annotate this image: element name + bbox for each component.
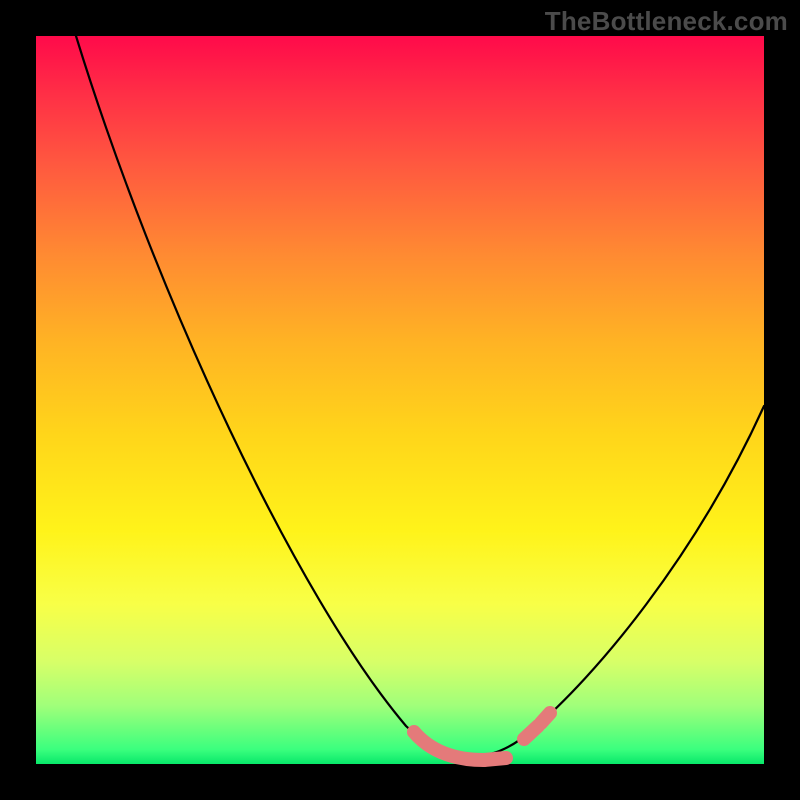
- bottleneck-curve: [76, 36, 764, 757]
- optimum-band: [414, 713, 550, 760]
- curve-svg: [36, 36, 764, 764]
- plot-area: [36, 36, 764, 764]
- chart-frame: TheBottleneck.com: [0, 0, 800, 800]
- watermark-text: TheBottleneck.com: [545, 6, 788, 37]
